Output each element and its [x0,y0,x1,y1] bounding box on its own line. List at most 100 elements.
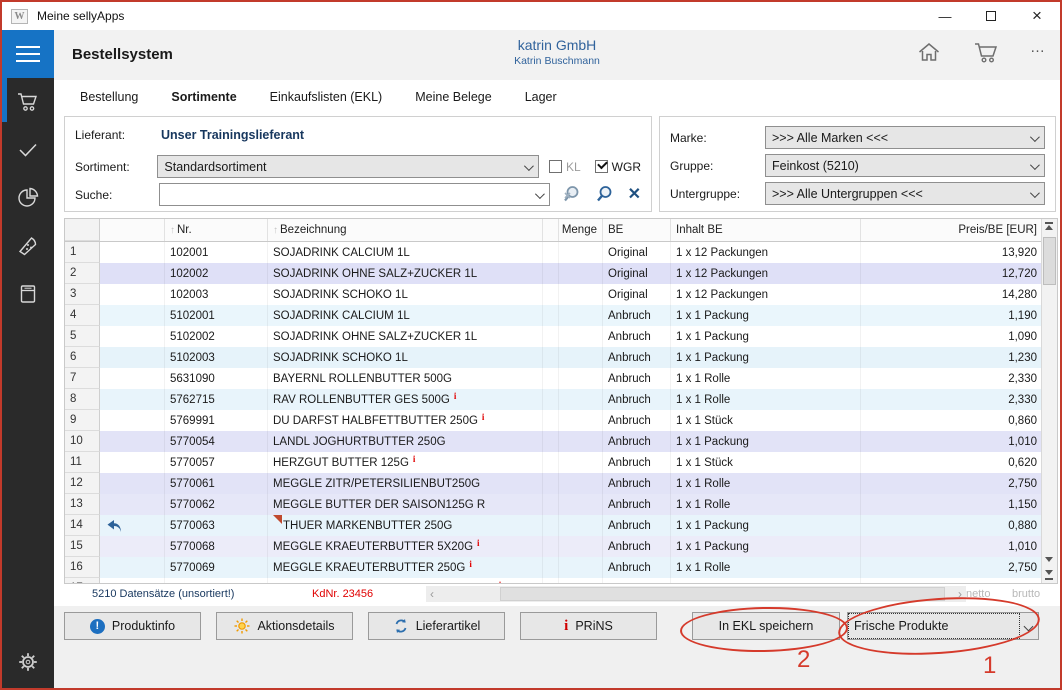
tab-sortimente[interactable]: Sortimente [171,90,236,104]
table-row[interactable]: 14 5770063 THUER MARKENBUTTER 250G i Anb… [65,515,1043,536]
row-icon-cell [100,473,165,494]
table-row[interactable]: 3 102003 SOJADRINK SCHOKO 1L i Original … [65,284,1043,305]
cell-menge [559,578,603,583]
cell-inhalt: 1 x 1 Packung [671,431,861,452]
cell-be: Anbruch [603,557,671,578]
tab-lager[interactable]: Lager [525,90,557,104]
header-menge[interactable]: Menge [559,219,603,241]
header-be[interactable]: BE [603,219,671,241]
cell-nr: 5102003 [165,347,268,368]
lieferartikel-button[interactable]: Lieferartikel [368,612,505,640]
company-block: katrin GmbH Katrin Buschmann [54,37,1060,67]
table-row[interactable]: 9 5769991 DU DARFST HALBFETTBUTTER 250G … [65,410,1043,431]
row-icon-cell [100,263,165,284]
wgr-checkbox[interactable]: WGR [595,160,641,174]
header-inhalt[interactable]: Inhalt BE [671,219,861,241]
table-row[interactable]: 8 5762715 RAV ROLLENBUTTER GES 500G i An… [65,389,1043,410]
sidebar-settings[interactable] [2,642,54,682]
row-icon-cell [100,536,165,557]
chevron-down-icon [535,189,545,199]
prins-button[interactable]: i PRiNS [520,612,657,640]
sidebar-item-book[interactable] [2,270,54,318]
horizontal-scrollbar[interactable]: ‹ › [426,586,966,602]
suche-input[interactable] [159,183,549,206]
sidebar-item-check[interactable] [2,126,54,174]
table-row[interactable]: 17 5770071 MEGGLE KNOBLAUCHBUTTER 125G R… [65,578,1043,583]
company-name: katrin GmbH [54,37,1060,53]
cell-bezeichnung: MEGGLE ZITR/PETERSILIENBUT250G i [268,473,543,494]
row-number: 10 [65,431,100,452]
header-icon-col[interactable] [100,219,165,241]
scroll-left-icon[interactable]: ‹ [430,587,434,601]
produktinfo-button[interactable]: ! Produktinfo [64,612,201,640]
table-row[interactable]: 6 5102003 SOJADRINK SCHOKO 1L i Anbruch … [65,347,1043,368]
table-row[interactable]: 7 5631090 BAYERNL ROLLENBUTTER 500G i An… [65,368,1043,389]
gruppe-dropdown[interactable]: Feinkost (5210) [765,154,1045,177]
tab-bestellung[interactable]: Bestellung [80,90,138,104]
maximize-button[interactable] [968,2,1014,30]
brutto-label[interactable]: brutto [1012,588,1040,600]
header-rownum[interactable] [65,219,100,241]
app-logo-icon: W [11,9,28,24]
aktionsdetails-button[interactable]: Aktionsdetails [216,612,353,640]
cart-button[interactable] [972,39,1000,65]
table-row[interactable]: 2 102002 SOJADRINK OHNE SALZ+ZUCKER 1L i… [65,263,1043,284]
cell-bezeichnung: RAV ROLLENBUTTER GES 500G i [268,389,543,410]
table-row[interactable]: 16 5770069 MEGGLE KRAEUTERBUTTER 250G i … [65,557,1043,578]
clear-search-icon[interactable]: ✕ [628,188,641,202]
table-row[interactable]: 5 5102002 SOJADRINK OHNE SALZ+ZUCKER 1L … [65,326,1043,347]
cell-preis: 0,880 [861,515,1043,536]
table-row[interactable]: 13 5770062 MEGGLE BUTTER DER SAISON125G … [65,494,1043,515]
table-row[interactable]: 11 5770057 HERZGUT BUTTER 125G i Anbruch… [65,452,1043,473]
vertical-scrollbar[interactable] [1041,219,1057,583]
cell-nr: 5631090 [165,368,268,389]
cell-be: Original [603,284,671,305]
close-button[interactable]: × [1014,2,1060,30]
search-icon[interactable] [595,185,614,204]
scroll-bottom-button[interactable] [1042,567,1057,583]
table-row[interactable]: 4 5102001 SOJADRINK CALCIUM 1L i Anbruch… [65,305,1043,326]
cell-preis: 1,150 [861,578,1043,583]
row-number: 12 [65,473,100,494]
cell-bezeichnung: SOJADRINK SCHOKO 1L i [268,347,543,368]
search-advanced-icon[interactable] [562,185,581,204]
home-button[interactable] [916,39,942,65]
scrollbar-thumb[interactable] [500,587,945,601]
sortiment-dropdown[interactable]: Standardsortiment [157,155,539,178]
sidebar-item-pizza[interactable] [2,222,54,270]
tab-meine-belege[interactable]: Meine Belege [415,90,491,104]
table-row[interactable]: 1 102001 SOJADRINK CALCIUM 1L i Original… [65,242,1043,263]
scrollbar-thumb[interactable] [1043,237,1056,285]
table-row[interactable]: 10 5770054 LANDL JOGHURTBUTTER 250G i An… [65,431,1043,452]
row-icon-cell [100,305,165,326]
untergruppe-dropdown[interactable]: >>> Alle Untergruppen <<< [765,182,1045,205]
cell-bezeichnung: SOJADRINK OHNE SALZ+ZUCKER 1L i [268,263,543,284]
row-icon-cell [100,284,165,305]
more-options-button[interactable]: … [1030,43,1046,61]
cell-menge [559,347,603,368]
cell-be: Anbruch [603,347,671,368]
cell-inhalt: 1 x 1 Rolle [671,557,861,578]
row-icon-cell [100,452,165,473]
scroll-down-button[interactable] [1042,551,1057,567]
row-number: 3 [65,284,100,305]
tab-einkaufslisten[interactable]: Einkaufslisten (EKL) [270,90,383,104]
marke-dropdown[interactable]: >>> Alle Marken <<< [765,126,1045,149]
row-icon-cell [100,347,165,368]
table-row[interactable]: 12 5770061 MEGGLE ZITR/PETERSILIENBUT250… [65,473,1043,494]
kl-checkbox[interactable]: KL [549,160,581,174]
header-bezeichnung[interactable]: ↑Bezeichnung [268,219,543,241]
info-icon: ! [90,619,105,634]
cell-menge [559,431,603,452]
table-row[interactable]: 15 5770068 MEGGLE KRAEUTERBUTTER 5X20G i… [65,536,1043,557]
header-nr[interactable]: ↑Nr. [165,219,268,241]
sidebar-item-pie[interactable] [2,174,54,222]
cell-bezeichnung: MEGGLE KNOBLAUCHBUTTER 125G RO i [268,578,543,583]
cell-inhalt: 1 x 12 Packungen [671,242,861,263]
hamburger-menu-icon[interactable] [2,30,54,78]
sidebar-item-cart[interactable] [2,78,54,126]
header-preis[interactable]: Preis/BE [EUR] [861,219,1043,241]
cell-preis: 1,230 [861,347,1043,368]
minimize-button[interactable]: — [922,2,968,30]
scroll-top-button[interactable] [1042,219,1057,235]
